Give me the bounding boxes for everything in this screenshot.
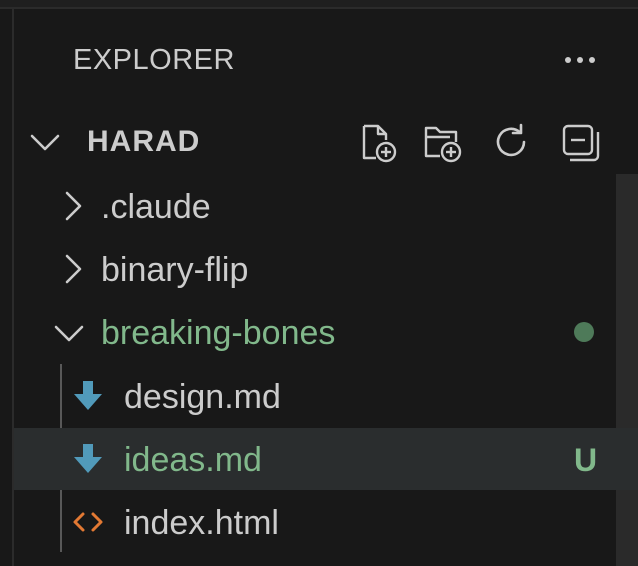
tree-item-label: breaking-bones — [101, 314, 336, 352]
chevron-down-icon — [52, 316, 86, 350]
new-folder-icon[interactable] — [420, 120, 464, 164]
more-actions-icon[interactable] — [560, 44, 600, 76]
html-file-icon — [72, 506, 104, 538]
chevron-down-icon — [28, 125, 62, 159]
tree-item-label: binary-flip — [101, 251, 249, 289]
refresh-icon[interactable] — [490, 120, 534, 164]
workspace-name: HARAD — [87, 125, 201, 158]
tree-item-label: .claude — [101, 188, 211, 226]
tree-item-binary-flip[interactable]: binary-flip — [14, 238, 616, 300]
explorer-title: EXPLORER — [73, 44, 235, 76]
collapse-all-icon[interactable] — [558, 120, 602, 164]
new-file-icon[interactable] — [356, 120, 400, 164]
explorer-window: EXPLORER HARAD .claude binary-flip break… — [0, 0, 638, 566]
tree-item-label: design.md — [124, 378, 281, 416]
tree-item-label: index.html — [124, 504, 279, 542]
tree-item-claude[interactable]: .claude — [14, 175, 616, 237]
tree-item-ideas-md[interactable]: ideas.md U — [14, 428, 638, 490]
tree-item-design-md[interactable]: design.md — [14, 365, 616, 427]
markdown-file-icon — [72, 380, 104, 412]
git-status-badge: U — [574, 442, 598, 478]
chevron-right-icon — [56, 189, 90, 223]
workspace-section-header[interactable]: HARAD — [14, 112, 616, 172]
chevron-right-icon — [56, 252, 90, 286]
modified-dot-icon — [574, 322, 594, 342]
tree-item-index-html[interactable]: index.html — [14, 491, 616, 553]
tree-item-breaking-bones[interactable]: breaking-bones — [14, 301, 616, 363]
scrollbar[interactable] — [616, 174, 638, 566]
markdown-file-icon — [72, 443, 104, 475]
top-border — [0, 0, 638, 9]
tree-item-label: ideas.md — [124, 441, 262, 479]
